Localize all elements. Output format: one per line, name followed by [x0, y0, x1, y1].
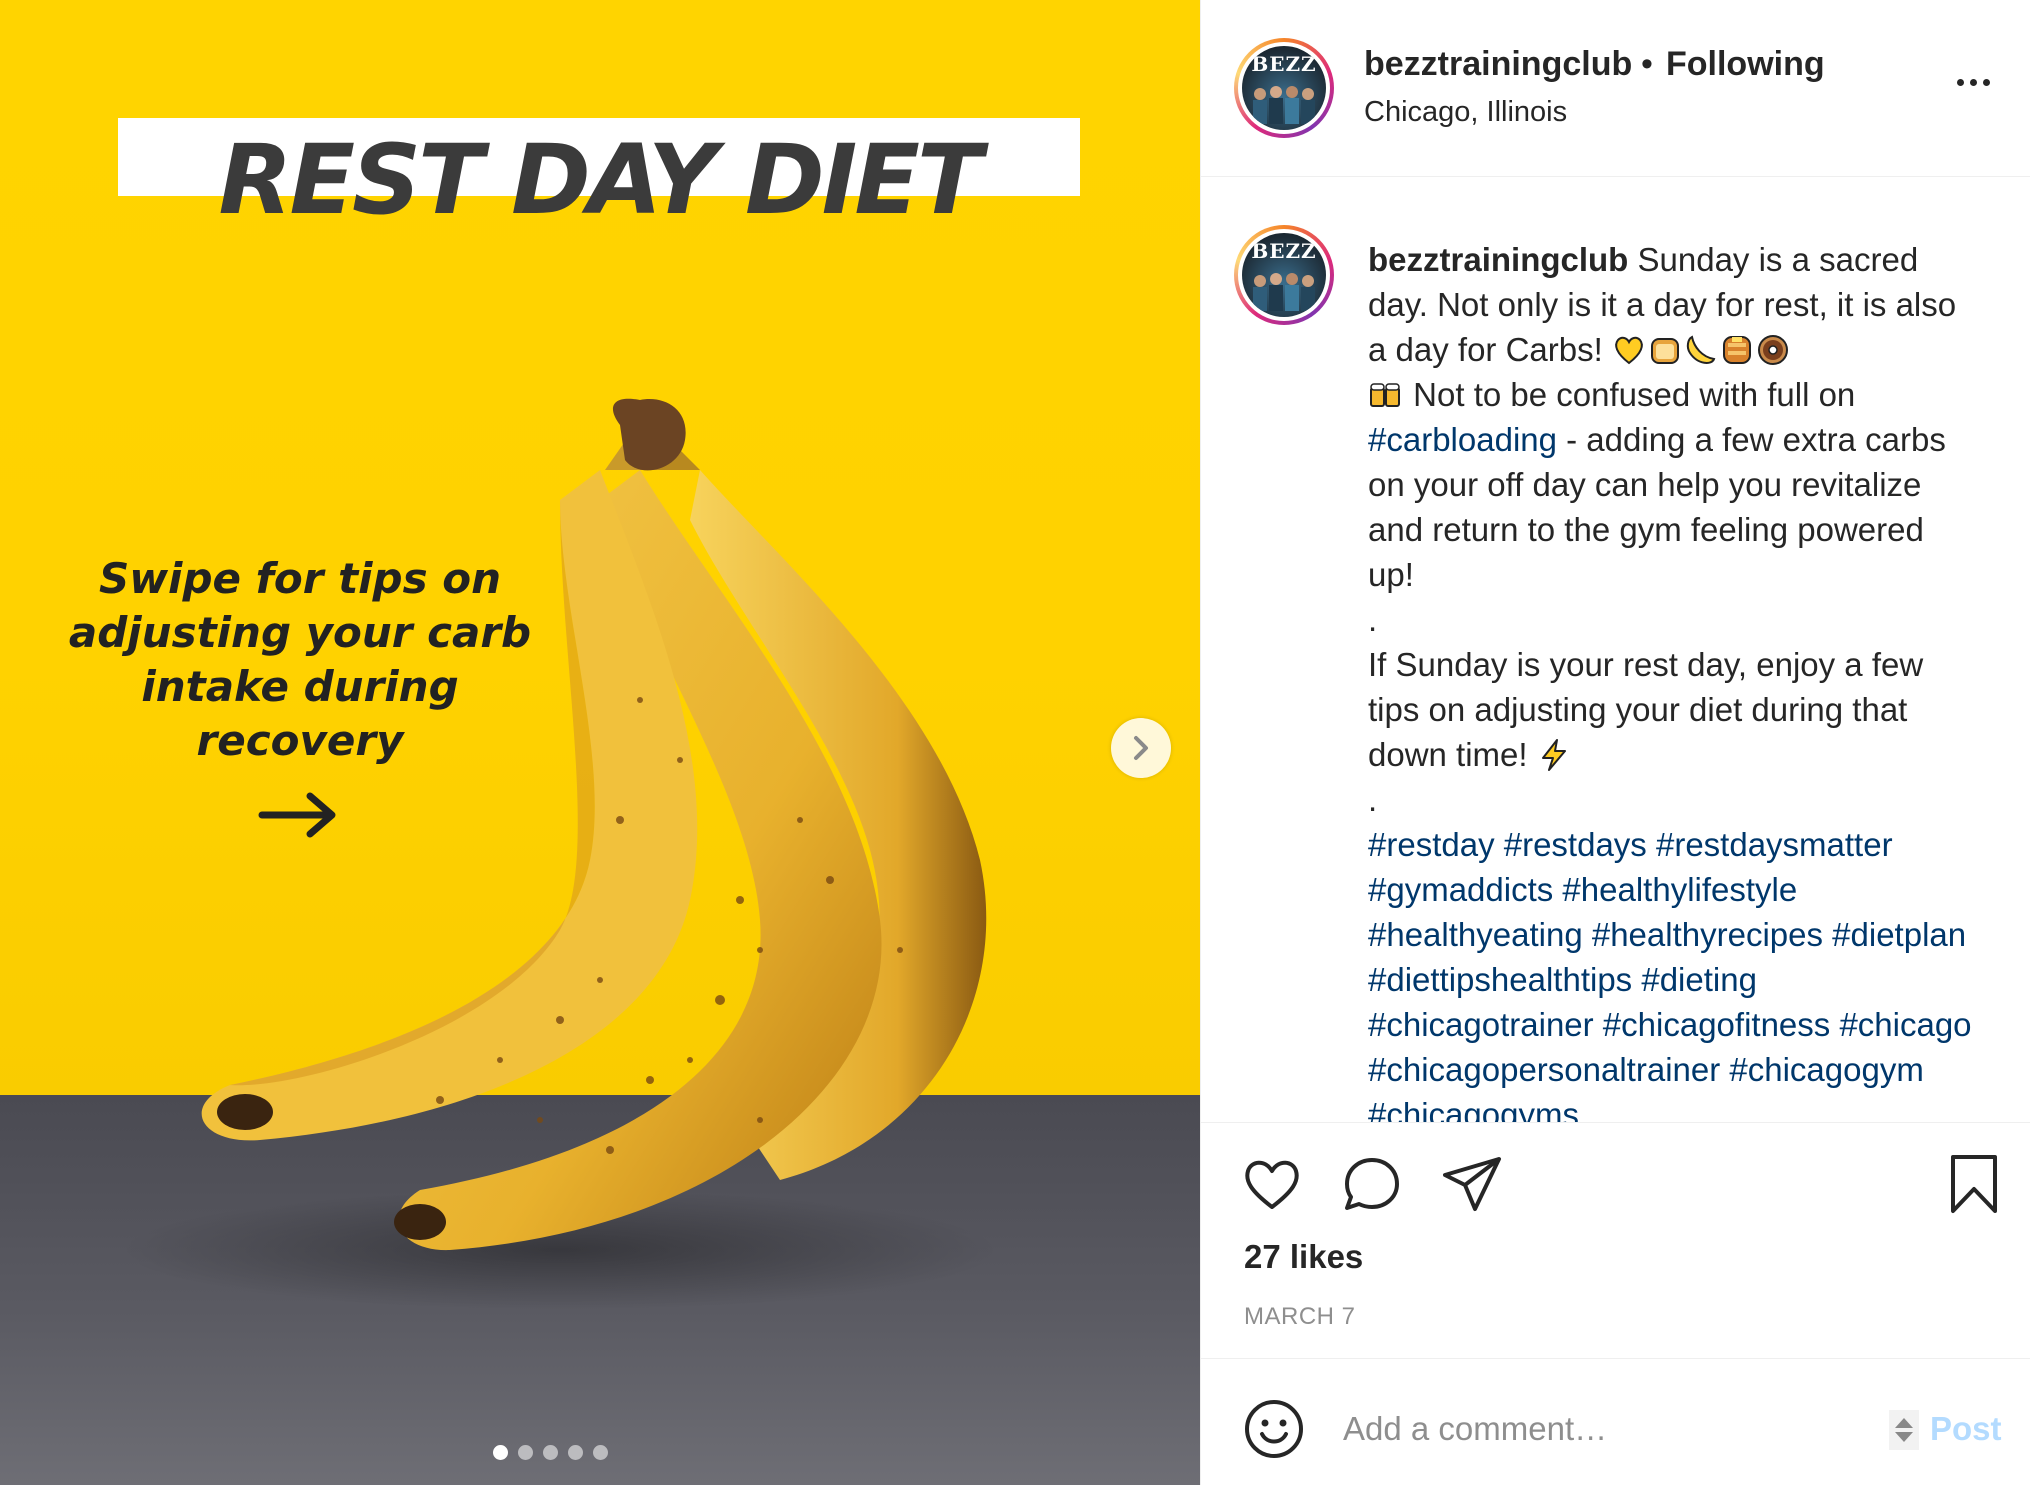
likes-count[interactable]: 27 likes: [1244, 1238, 1363, 1276]
more-dot: [1957, 78, 1964, 86]
caption-dot-1: .: [1368, 601, 1378, 638]
emoji-picker-icon[interactable]: [1243, 1398, 1305, 1460]
more-dot: [1970, 78, 1977, 86]
avatar-group-photo: [1253, 86, 1315, 124]
bread-icon: [1650, 338, 1679, 364]
avatar-logo-text: BEZZ: [1251, 239, 1317, 263]
caption-text: bezztrainingclub Sunday is a sacred day.…: [1368, 237, 1978, 1122]
yellow-heart-icon: [1615, 336, 1643, 365]
more-options-button[interactable]: [1957, 70, 2003, 94]
header-location[interactable]: Chicago, Illinois: [1364, 96, 1567, 129]
header-separator: •: [1641, 45, 1653, 83]
header-avatar[interactable]: BEZZ: [1234, 38, 1334, 138]
carousel-dot: [592, 1445, 608, 1460]
carousel-dot: [567, 1445, 583, 1460]
avatar-border: BEZZ: [1238, 42, 1330, 134]
chevron-up-down-icon: [1895, 1418, 1913, 1442]
chevron-right-icon: [1134, 736, 1148, 760]
heart-icon[interactable]: [1239, 1151, 1305, 1217]
post-actions: 27 likes MARCH 7: [1201, 1122, 2030, 1359]
avatar-group-photo: [1253, 273, 1315, 311]
post-media: REST DAY DIET Swipe for tips on adjustin…: [0, 0, 1200, 1485]
comment-icon[interactable]: [1339, 1151, 1405, 1217]
high-voltage-icon: [1541, 739, 1566, 771]
banana-bunch-image: [120, 398, 1000, 1310]
avatar-logo-text: BEZZ: [1251, 52, 1317, 76]
caption-avatar[interactable]: BEZZ: [1234, 225, 1334, 325]
more-dot: [1983, 78, 1990, 86]
avatar-border: BEZZ: [1238, 229, 1330, 321]
hashtag-list[interactable]: #restday #restdays #restdaysmatter #gyma…: [1368, 822, 1978, 1122]
post-details-panel: BEZZ bezztrainingclub • Following Chicag…: [1200, 0, 2030, 1485]
caption-paragraph-2: If Sunday is your rest day, enjoy a few …: [1368, 646, 1924, 773]
carousel-dot: [542, 1445, 558, 1460]
caption-line2-text: Not to be confused with full on: [1404, 376, 1856, 413]
following-button[interactable]: Following: [1666, 45, 1825, 84]
caption-username[interactable]: bezztrainingclub: [1368, 241, 1628, 278]
hashtag-link[interactable]: #carbloading: [1368, 421, 1557, 458]
caption-dot-2: .: [1368, 781, 1378, 818]
comment-input[interactable]: [1341, 1398, 1885, 1460]
avatar-image: BEZZ: [1242, 46, 1326, 130]
post-date[interactable]: MARCH 7: [1244, 1303, 1356, 1331]
carousel-dot: [517, 1445, 533, 1460]
banana-icon: [1686, 335, 1716, 364]
scroll-stepper[interactable]: [1889, 1410, 1919, 1450]
beer-mugs-icon: [1370, 383, 1400, 407]
share-icon[interactable]: [1439, 1151, 1505, 1217]
post-comment-button[interactable]: Post: [1930, 1410, 2002, 1448]
comment-bar: Post: [1201, 1358, 2030, 1485]
pancakes-icon: [1722, 336, 1751, 364]
avatar-image: BEZZ: [1242, 233, 1326, 317]
next-slide-button[interactable]: [1111, 718, 1171, 778]
carousel-indicator: [0, 1445, 1100, 1460]
bookmark-icon[interactable]: [1941, 1151, 2007, 1217]
carousel-dot: [492, 1445, 508, 1460]
post-header: BEZZ bezztrainingclub • Following Chicag…: [1201, 0, 2030, 177]
doughnut-icon: [1757, 335, 1788, 365]
caption-scroll-area[interactable]: BEZZ bezztrainingclub Sunday is a sacred…: [1201, 177, 2030, 1122]
header-username[interactable]: bezztrainingclub: [1364, 45, 1632, 84]
